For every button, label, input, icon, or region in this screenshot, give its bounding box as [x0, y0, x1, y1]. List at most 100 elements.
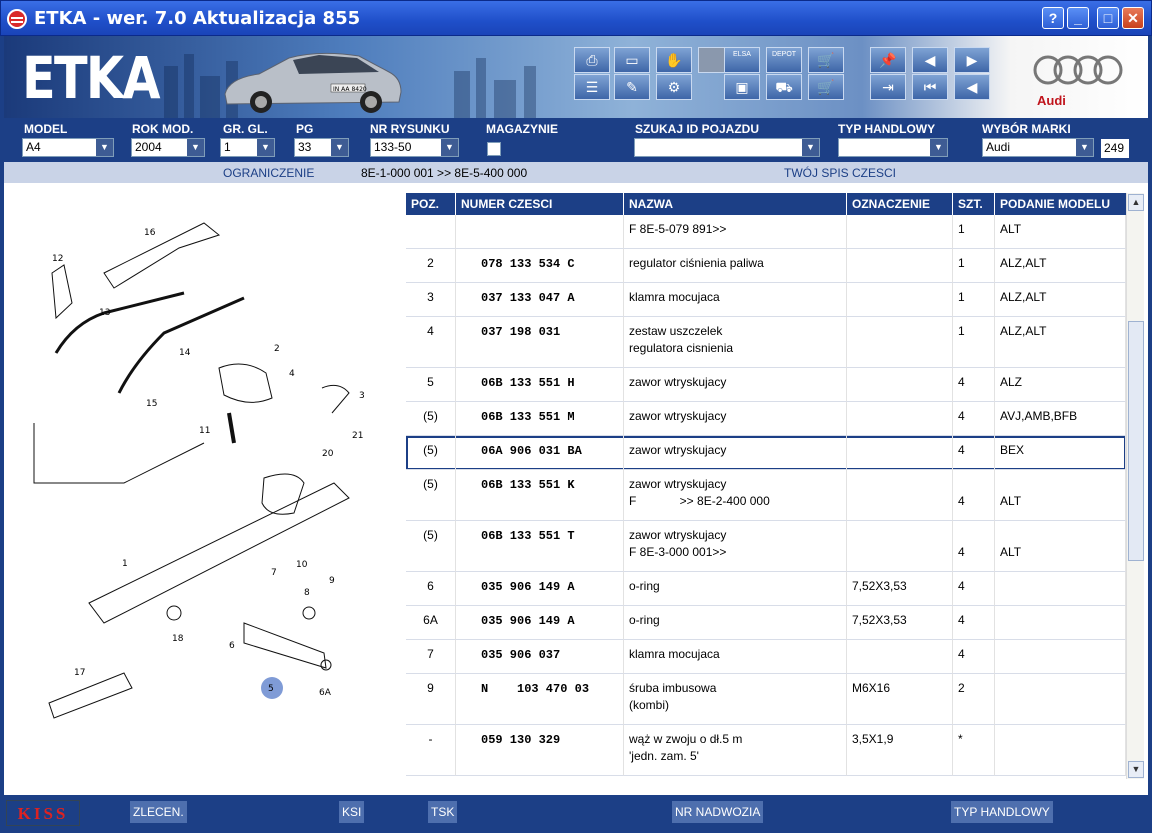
col-szt[interactable]: SZT. — [953, 193, 995, 215]
pg-select[interactable]: 33 ▼ — [294, 138, 349, 157]
pin-icon[interactable]: 📌 — [870, 47, 906, 73]
marka-select[interactable]: Audi ▼ — [982, 138, 1094, 157]
prev-icon[interactable]: ◀ — [954, 74, 990, 100]
table-row[interactable]: F 8E-5-079 891>> 1 ALT — [406, 215, 1126, 249]
cell-value: 4 — [958, 375, 965, 389]
cell-nazwa: klamra mocujaca — [624, 283, 847, 317]
cell-numer: 06A 906 031 BA — [456, 436, 624, 470]
part-name: regulator ciśnienia paliwa — [629, 256, 764, 270]
minimize-button[interactable]: _ — [1067, 7, 1089, 29]
nr-nadwozia-button[interactable]: NR NADWOZIA — [672, 801, 764, 823]
monitor-icon[interactable]: ▣ — [724, 74, 760, 100]
col-numer[interactable]: NUMER CZESCI — [456, 193, 624, 215]
first-icon[interactable]: ⏮ — [912, 74, 948, 100]
parts-diagram[interactable]: 16 12 13 14 2 4 3 15 11 21 20 1 10 9 7 8… — [4, 183, 404, 795]
cell-model: ALZ,ALT — [995, 317, 1126, 368]
table-row[interactable]: 2 078 133 534 C regulator ciśnienia paliwa… — [406, 249, 1126, 283]
typ-select[interactable]: ▼ — [838, 138, 948, 157]
table-row[interactable]: (5) 06B 133 551 M zawor wtryskujacy 4 AVJ,AM… — [406, 402, 1126, 436]
szukaj-select[interactable]: ▼ — [634, 138, 820, 157]
handshake-icon[interactable]: ✋ — [656, 47, 692, 73]
nr-select[interactable]: 133-50 ▼ — [370, 138, 459, 157]
col-podanie[interactable]: PODANIE MODELU — [995, 193, 1126, 215]
cell-poz: 2 — [406, 249, 456, 283]
cell-value: * — [958, 732, 963, 746]
cell-ozn: 7,52X3,53 — [847, 606, 953, 640]
scroll-down-icon[interactable]: ▼ — [1128, 761, 1144, 778]
app-icon[interactable] — [7, 9, 27, 29]
list-icon[interactable]: ☰ — [574, 74, 610, 100]
kiss-button[interactable]: KISS — [6, 800, 80, 826]
table-row[interactable]: 4 037 198 031 zestaw uszczelek regulatora c… — [406, 317, 1126, 368]
table-row[interactable]: (5) 06B 133 551 K zawor wtryskujacy F >> 8E… — [406, 470, 1126, 521]
goto-icon[interactable]: ⇥ — [870, 74, 906, 100]
cell-numer: 06B 133 551 H — [456, 368, 624, 402]
part-name: zawor wtryskujacy — [629, 443, 727, 457]
chevron-down-icon[interactable]: ▼ — [1076, 139, 1093, 156]
table-row[interactable]: 5 06B 133 551 H zawor wtryskujacy 4 ALZ — [406, 368, 1126, 402]
table-row[interactable]: 6 035 906 149 A o-ring 7,52X3,53 4 — [406, 572, 1126, 606]
chevron-down-icon[interactable]: ▼ — [257, 139, 274, 156]
elsa-icon[interactable]: ELSA — [724, 47, 760, 73]
cell-value: (5) — [423, 409, 438, 423]
cell-numer — [456, 215, 624, 249]
steering-icon[interactable]: ⚙ — [656, 74, 692, 100]
diagram-label: 21 — [352, 431, 363, 441]
cell-nazwa: zawor wtryskujacy F >> 8E-2-400 000 — [624, 470, 847, 521]
gr-select[interactable]: 1 ▼ — [220, 138, 275, 157]
table-row[interactable]: 9 N 103 470 03 śruba imbusowa (kombi) M6X16 2 — [406, 674, 1126, 725]
chevron-down-icon[interactable]: ▼ — [96, 139, 113, 156]
cell-value: ALZ,ALT — [1000, 290, 1047, 304]
close-button[interactable]: ✕ — [1122, 7, 1144, 29]
cell-value: 6 — [427, 579, 434, 593]
table-row[interactable]: 3 037 133 047 A klamra mocujaca 1 ALZ,ALT — [406, 283, 1126, 317]
tsk-button[interactable]: TSK — [428, 801, 458, 823]
screen-icon[interactable]: ▭ — [614, 47, 650, 73]
col-oznaczenie[interactable]: OZNACZENIE — [847, 193, 953, 215]
chevron-down-icon[interactable]: ▼ — [441, 139, 458, 156]
print-icon[interactable]: ⎙ — [574, 47, 610, 73]
cell-nazwa: o-ring — [624, 572, 847, 606]
count-field: 249 — [1101, 139, 1129, 158]
chevron-down-icon[interactable]: ▼ — [187, 139, 204, 156]
table-row[interactable]: 7 035 906 037 klamra mocujaca 4 — [406, 640, 1126, 674]
help-button[interactable]: ? — [1042, 7, 1064, 29]
typ-label: TYP HANDLOWY — [838, 122, 936, 136]
part-name: zawor wtryskujacy — [629, 528, 727, 542]
cell-szt: 4 — [953, 436, 995, 470]
pencil-icon[interactable]: ✎ — [614, 74, 650, 100]
table-scrollbar[interactable]: ▲ ▼ — [1126, 193, 1144, 779]
cart-add-icon[interactable]: 🛒 — [808, 74, 844, 100]
maximize-button[interactable]: □ — [1097, 7, 1119, 29]
table-row[interactable]: - 059 130 329 wąż w zwoju o dł.5 m 'jedn. z… — [406, 725, 1126, 776]
scroll-up-icon[interactable]: ▲ — [1128, 194, 1144, 211]
scroll-thumb[interactable] — [1128, 321, 1144, 561]
col-poz[interactable]: POZ. — [406, 193, 456, 215]
typ-handlowy-button[interactable]: TYP HANDLOWY — [951, 801, 1053, 823]
chevron-down-icon[interactable]: ▼ — [331, 139, 348, 156]
cell-poz: 9 — [406, 674, 456, 725]
table-row[interactable]: 6A 035 906 149 A o-ring 7,52X3,53 4 — [406, 606, 1126, 640]
page-forward-icon[interactable]: ▶ — [954, 47, 990, 73]
chevron-down-icon[interactable]: ▼ — [930, 139, 947, 156]
table-row[interactable]: (5) 06B 133 551 T zawor wtryskujacy F 8E-3-… — [406, 521, 1126, 572]
col-nazwa[interactable]: NAZWA — [624, 193, 847, 215]
cart-icon[interactable]: 🛒 — [808, 47, 844, 73]
ksi-button[interactable]: KSI — [339, 801, 365, 823]
rok-select[interactable]: 2004 ▼ — [131, 138, 205, 157]
part-name-detail: F >> 8E-2-400 000 — [629, 494, 770, 508]
model-select[interactable]: A4 ▼ — [22, 138, 114, 157]
cell-numer: 037 133 047 A — [456, 283, 624, 317]
chevron-down-icon[interactable]: ▼ — [802, 139, 819, 156]
twoj-spis-label[interactable]: TWÓJ SPIS CZESCI — [784, 166, 896, 180]
depot-icon[interactable]: DEPOT — [766, 47, 802, 73]
table-row[interactable]: (5) 06A 906 031 BA zawor wtryskujacy 4 BEX — [406, 436, 1126, 470]
cell-szt: 1 — [953, 283, 995, 317]
car-icon[interactable]: ⛟ — [766, 74, 802, 100]
part-name: klamra mocujaca — [629, 290, 720, 304]
zlecen-button[interactable]: ZLECEN. — [130, 801, 187, 823]
magazynie-checkbox[interactable] — [487, 142, 501, 156]
cell-ozn — [847, 368, 953, 402]
page-back-icon[interactable]: ◀ — [912, 47, 948, 73]
diagram-label: 6A — [319, 688, 332, 698]
